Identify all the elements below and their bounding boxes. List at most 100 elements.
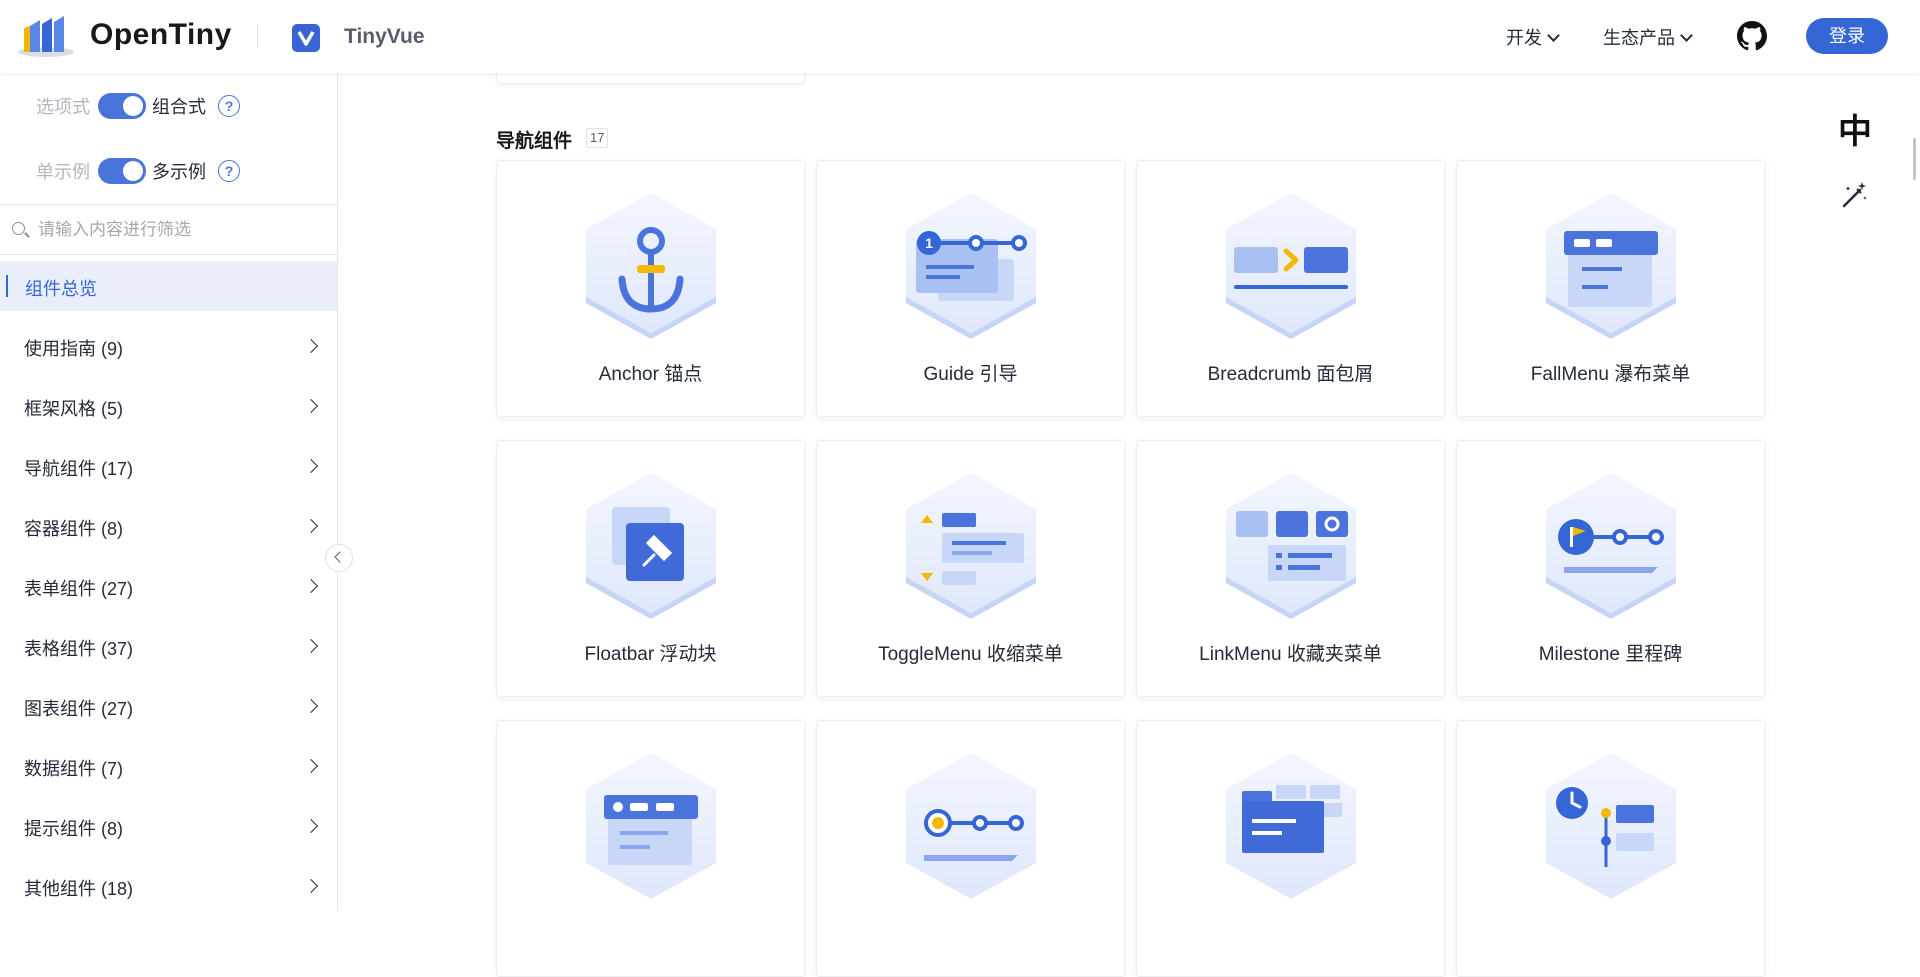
product-name[interactable]: TinyVue bbox=[344, 25, 425, 49]
chevron-right-icon bbox=[303, 818, 319, 834]
sidebar-item-frame-style[interactable]: 框架风格 (5) bbox=[0, 382, 337, 431]
collapse-sidebar-button[interactable] bbox=[325, 544, 353, 572]
help-icon[interactable]: ? bbox=[218, 95, 240, 117]
chevron-right-icon bbox=[303, 338, 319, 354]
demo-mode-toggle-row: 单示例 多示例 ? bbox=[36, 156, 240, 186]
floatbar-icon bbox=[586, 473, 716, 619]
switch-knob bbox=[123, 96, 143, 116]
api-toggle-off-label: 选项式 bbox=[36, 97, 90, 117]
sidebar-item-guide[interactable]: 使用指南 (9) bbox=[0, 322, 337, 371]
opentiny-logo-icon[interactable] bbox=[16, 14, 76, 58]
sidebar-item-label: 导航组件 (17) bbox=[24, 459, 134, 479]
sidebar-item-label: 框架风格 (5) bbox=[24, 399, 123, 419]
chevron-right-icon bbox=[303, 758, 319, 774]
component-card-tabs[interactable] bbox=[1136, 720, 1445, 977]
sidebar-item-label: 容器组件 (8) bbox=[24, 519, 123, 539]
chevron-right-icon bbox=[303, 398, 319, 414]
login-button[interactable]: 登录 bbox=[1806, 18, 1888, 54]
menu-develop[interactable]: 开发 bbox=[1506, 24, 1560, 50]
component-card-breadcrumb[interactable]: Breadcrumb 面包屑 bbox=[1136, 160, 1445, 417]
section-title: 导航组件 bbox=[496, 131, 573, 152]
component-card-anchor[interactable]: Anchor 锚点 bbox=[496, 160, 805, 417]
menu-ecosystem-label: 生态产品 bbox=[1603, 28, 1675, 48]
chevron-down-icon bbox=[1547, 29, 1560, 42]
sidebar-item-overview[interactable]: 组件总览 bbox=[0, 261, 337, 311]
card-label: LinkMenu 收藏夹菜单 bbox=[1199, 644, 1382, 665]
card-label: ToggleMenu 收缩菜单 bbox=[878, 644, 1063, 665]
page-scrollbar-thumb[interactable] bbox=[1913, 138, 1916, 180]
sidebar-item-navigation[interactable]: 导航组件 (17) bbox=[0, 442, 337, 491]
navmenu-icon bbox=[586, 753, 716, 899]
top-header: OpenTiny TinyVue 开发 生态产品 登录 bbox=[0, 0, 1920, 73]
chevron-down-icon bbox=[1680, 29, 1693, 42]
guide-icon: 1 bbox=[906, 193, 1036, 339]
card-label: Milestone 里程碑 bbox=[1538, 644, 1683, 665]
sidebar-item-label: 图表组件 (27) bbox=[24, 699, 134, 719]
sidebar-item-container[interactable]: 容器组件 (8) bbox=[0, 502, 337, 551]
togglemenu-icon bbox=[906, 473, 1036, 619]
component-card-linkmenu[interactable]: LinkMenu 收藏夹菜单 bbox=[1136, 440, 1445, 697]
sidebar-item-label: 组件总览 bbox=[25, 279, 97, 299]
sidebar-item-tip[interactable]: 提示组件 (8) bbox=[0, 802, 337, 851]
component-card-floatbar[interactable]: Floatbar 浮动块 bbox=[496, 440, 805, 697]
chevron-right-icon bbox=[303, 698, 319, 714]
sidebar-item-table[interactable]: 表格组件 (37) bbox=[0, 622, 337, 671]
magic-wand-icon[interactable] bbox=[1840, 180, 1870, 210]
anchor-icon bbox=[586, 193, 716, 339]
sidebar-search bbox=[0, 204, 337, 255]
fallmenu-icon bbox=[1546, 193, 1676, 339]
search-input[interactable] bbox=[36, 215, 330, 245]
component-card-guide[interactable]: 1 Guide 引导 bbox=[816, 160, 1125, 417]
component-card-navmenu[interactable] bbox=[496, 720, 805, 977]
component-card-steps[interactable] bbox=[816, 720, 1125, 977]
card-label: FallMenu 瀑布菜单 bbox=[1530, 364, 1691, 385]
card-label: Breadcrumb 面包屑 bbox=[1207, 364, 1374, 385]
menu-develop-label: 开发 bbox=[1506, 28, 1542, 48]
search-icon bbox=[12, 222, 25, 235]
chevron-right-icon bbox=[303, 578, 319, 594]
timeline-icon bbox=[1546, 753, 1676, 899]
sidebar-item-label: 其他组件 (18) bbox=[24, 879, 134, 899]
active-indicator bbox=[6, 275, 8, 297]
demo-mode-switch[interactable] bbox=[98, 158, 146, 184]
sidebar-item-data[interactable]: 数据组件 (7) bbox=[0, 742, 337, 791]
section-count-badge: 17 bbox=[586, 128, 609, 148]
component-card-milestone[interactable]: Milestone 里程碑 bbox=[1456, 440, 1765, 697]
breadcrumb-icon bbox=[1226, 193, 1356, 339]
menu-ecosystem[interactable]: 生态产品 bbox=[1603, 24, 1693, 50]
demo-toggle-off-label: 单示例 bbox=[36, 162, 90, 182]
language-switch[interactable]: 中 bbox=[1838, 104, 1872, 153]
card-label: Floatbar 浮动块 bbox=[584, 644, 717, 665]
sidebar-item-chart[interactable]: 图表组件 (27) bbox=[0, 682, 337, 731]
sidebar-item-form[interactable]: 表单组件 (27) bbox=[0, 562, 337, 611]
component-card-togglemenu[interactable]: ToggleMenu 收缩菜单 bbox=[816, 440, 1125, 697]
sidebar-item-label: 表单组件 (27) bbox=[24, 579, 134, 599]
switch-knob bbox=[123, 161, 143, 181]
linkmenu-icon bbox=[1226, 473, 1356, 619]
tinyvue-logo-icon[interactable] bbox=[292, 24, 320, 52]
sidebar: 选项式 组合式 ? 单示例 多示例 ? 组件总览 使用指南 (9) 框架风格 (… bbox=[0, 73, 338, 910]
svg-text:1: 1 bbox=[925, 235, 933, 251]
component-card-fallmenu[interactable]: FallMenu 瀑布菜单 bbox=[1456, 160, 1765, 417]
demo-toggle-on-label: 多示例 bbox=[152, 162, 206, 182]
chevron-right-icon bbox=[303, 518, 319, 534]
milestone-icon bbox=[1546, 473, 1676, 619]
api-toggle-on-label: 组合式 bbox=[152, 97, 206, 117]
api-style-switch[interactable] bbox=[98, 93, 146, 119]
sidebar-item-label: 表格组件 (37) bbox=[24, 639, 134, 659]
card-label: Anchor 锚点 bbox=[598, 364, 703, 385]
chevron-right-icon bbox=[303, 878, 319, 894]
header-divider bbox=[257, 24, 258, 48]
github-icon[interactable] bbox=[1737, 21, 1767, 51]
previous-card-bottom bbox=[496, 73, 805, 84]
sidebar-item-label: 数据组件 (7) bbox=[24, 759, 123, 779]
brand-name[interactable]: OpenTiny bbox=[90, 18, 232, 52]
api-style-toggle-row: 选项式 组合式 ? bbox=[36, 91, 240, 121]
component-card-timeline[interactable] bbox=[1456, 720, 1765, 977]
help-icon[interactable]: ? bbox=[218, 160, 240, 182]
tabs-icon bbox=[1226, 753, 1356, 899]
sidebar-item-other[interactable]: 其他组件 (18) bbox=[0, 862, 337, 911]
sidebar-item-label: 提示组件 (8) bbox=[24, 819, 123, 839]
chevron-right-icon bbox=[303, 458, 319, 474]
steps-icon bbox=[906, 753, 1036, 899]
